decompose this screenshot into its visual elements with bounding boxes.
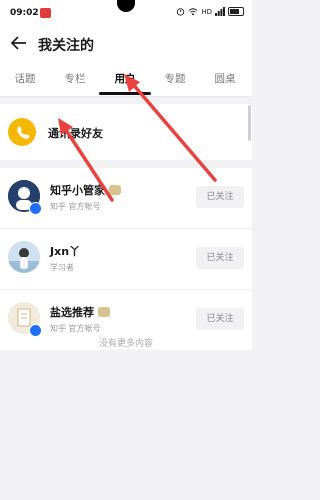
battery-icon bbox=[228, 7, 244, 16]
tab-roundtable[interactable]: 圆桌 bbox=[200, 71, 250, 86]
list-item[interactable]: Jxn丫 学习者 已关注 bbox=[0, 229, 252, 290]
avatar-image bbox=[8, 241, 40, 273]
tab-bar: 话题 专栏 用户 专题 圆桌 bbox=[0, 62, 252, 97]
camera-notch bbox=[117, 0, 135, 12]
avatar bbox=[8, 241, 40, 273]
followed-button[interactable]: 已关注 bbox=[196, 247, 244, 269]
no-more-content-text: 没有更多内容 bbox=[98, 339, 153, 349]
user-name: 盐选推荐 bbox=[50, 304, 110, 320]
contacts-friends-row[interactable]: 通讯录好友 bbox=[0, 104, 252, 160]
verified-icon bbox=[29, 202, 42, 215]
active-tab-indicator bbox=[99, 92, 151, 95]
followed-button[interactable]: 已关注 bbox=[196, 308, 244, 330]
scrollbar[interactable] bbox=[248, 105, 251, 141]
wifi-icon bbox=[189, 8, 198, 16]
arrow-left-icon[interactable] bbox=[8, 32, 30, 54]
alarm-icon bbox=[177, 8, 185, 16]
network-label: HD bbox=[201, 7, 212, 16]
badge-icon bbox=[109, 185, 121, 195]
tab-columns[interactable]: 专栏 bbox=[50, 71, 100, 86]
tab-users[interactable]: 用户 bbox=[100, 71, 150, 86]
user-subtitle: 知乎 官方帐号 bbox=[50, 324, 101, 333]
user-name: 知乎小管家 bbox=[50, 182, 121, 198]
followed-users-list: 知乎小管家 知乎 官方帐号 已关注 Jxn丫 学习者 已关注 盐选推荐 知乎 官… bbox=[0, 168, 252, 350]
signal-icon bbox=[215, 7, 225, 16]
user-subtitle: 学习者 bbox=[50, 263, 74, 272]
tab-specials[interactable]: 专题 bbox=[150, 71, 200, 86]
status-bar: 09:02 HD bbox=[0, 0, 252, 26]
page-title: 我关注的 bbox=[38, 38, 94, 54]
list-item[interactable]: 知乎小管家 知乎 官方帐号 已关注 bbox=[0, 168, 252, 229]
user-subtitle: 知乎 官方帐号 bbox=[50, 202, 101, 211]
tab-topics[interactable]: 话题 bbox=[0, 71, 50, 86]
header: 我关注的 bbox=[0, 26, 252, 62]
followed-button[interactable]: 已关注 bbox=[196, 186, 244, 208]
status-time: 09:02 bbox=[10, 8, 39, 18]
phone-icon bbox=[17, 126, 30, 139]
status-icons: HD bbox=[176, 7, 244, 16]
phone-icon-circle bbox=[8, 118, 36, 146]
badge-icon bbox=[98, 307, 110, 317]
app-notification-icon bbox=[40, 8, 51, 18]
contacts-label: 通讯录好友 bbox=[48, 127, 103, 140]
user-name: Jxn丫 bbox=[50, 245, 81, 258]
